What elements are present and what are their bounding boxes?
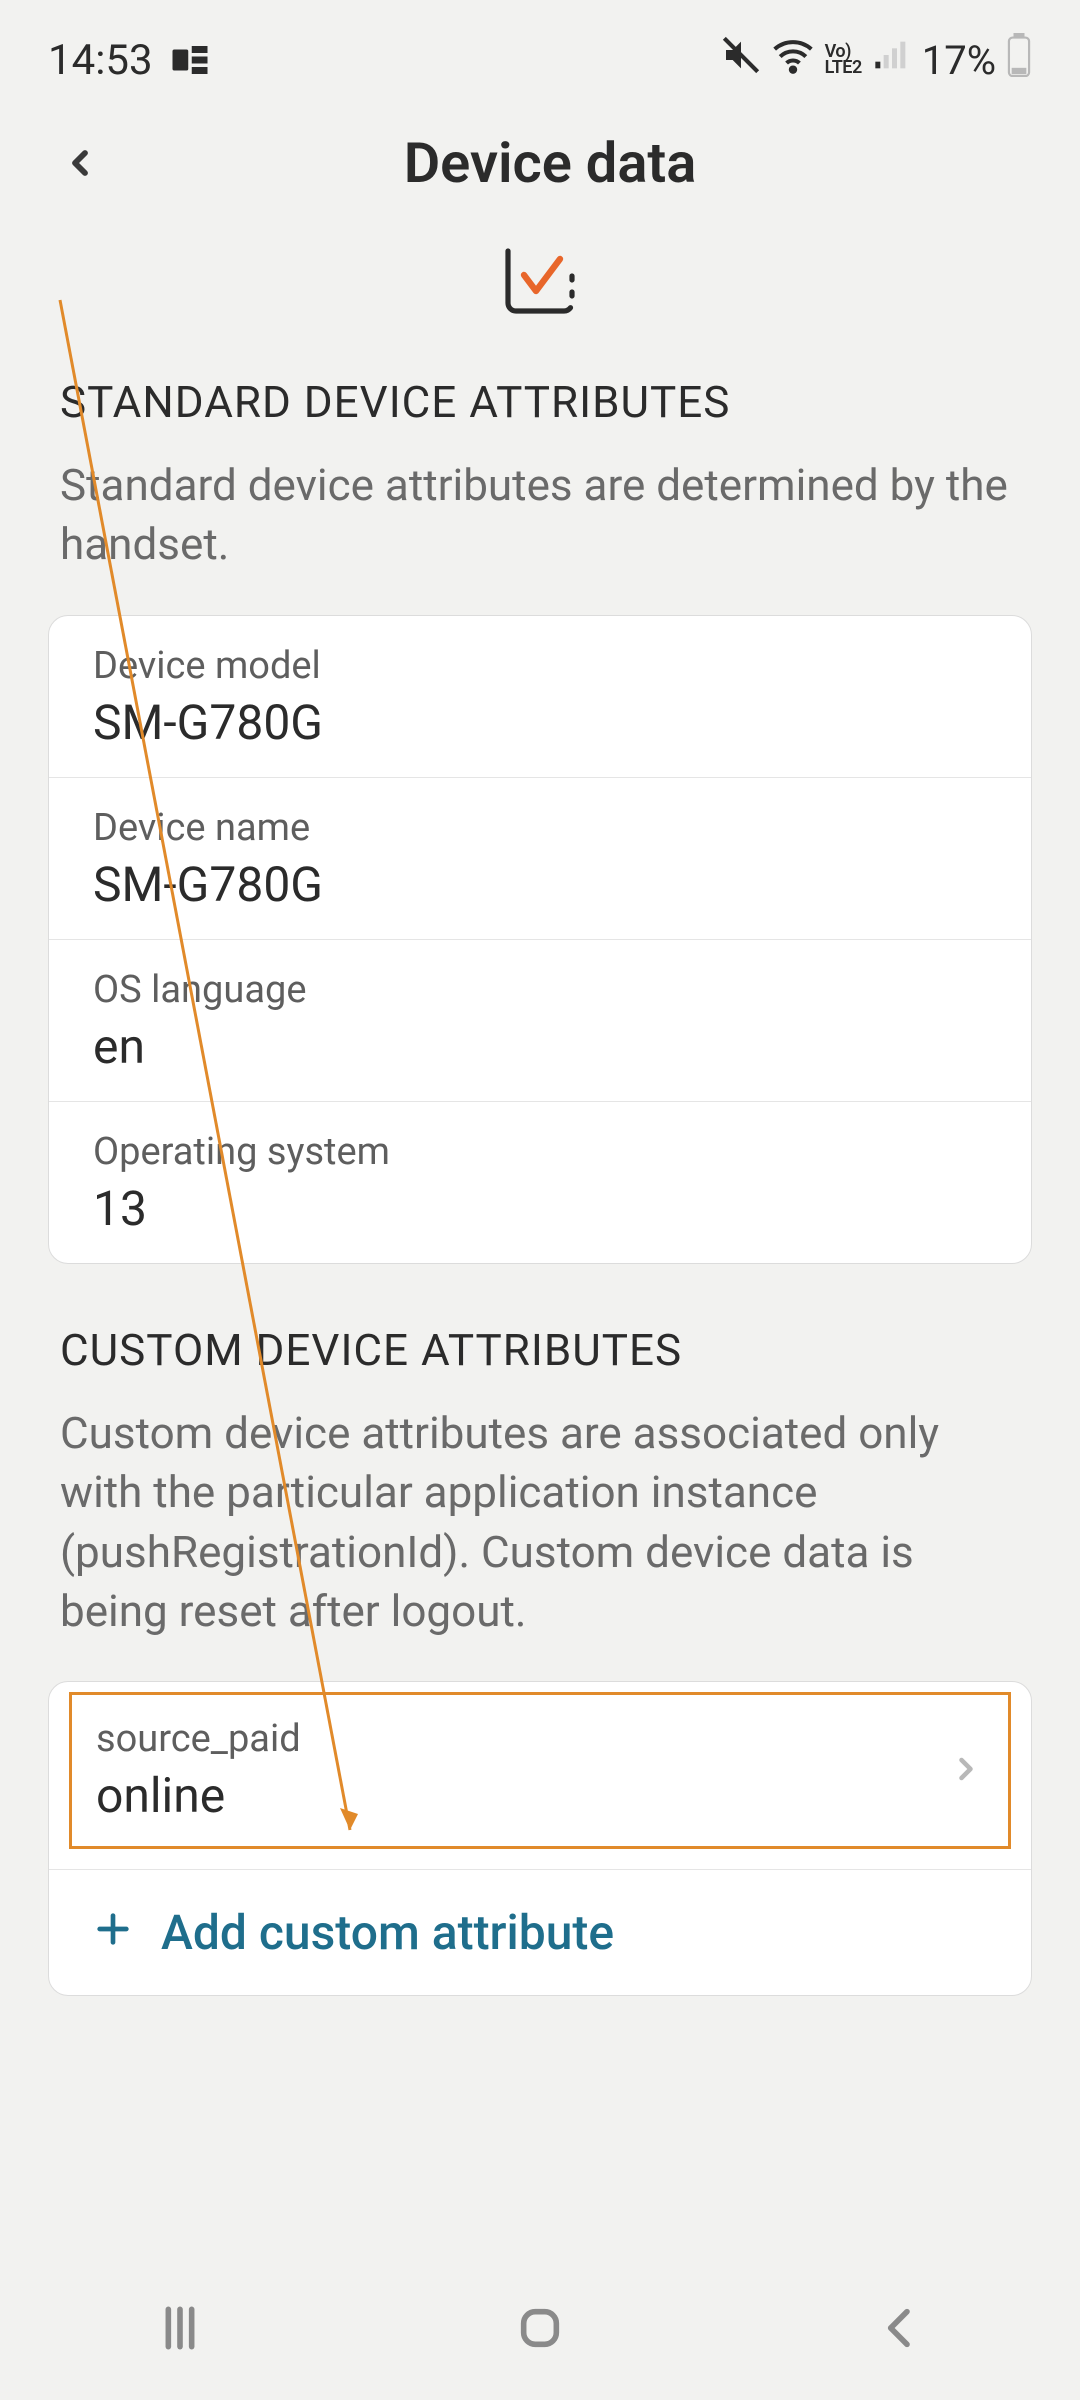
page-title: Device data	[60, 130, 1040, 196]
custom-section: CUSTOM DEVICE ATTRIBUTES Custom device a…	[0, 1324, 1080, 1642]
custom-attr-row[interactable]: source_paid online	[69, 1692, 1011, 1849]
wifi-icon	[771, 33, 815, 88]
status-bar: 14:53 Vo)LTE2 17%	[0, 0, 1080, 100]
back-nav-button[interactable]	[872, 2300, 928, 2360]
standard-section-desc: Standard device attributes are determine…	[60, 456, 1020, 575]
status-time: 14:53	[48, 36, 153, 85]
standard-section: STANDARD DEVICE ATTRIBUTES Standard devi…	[0, 376, 1080, 575]
attr-value: SM-G780G	[93, 856, 987, 913]
attr-value: SM-G780G	[93, 694, 987, 751]
status-left: 14:53	[48, 36, 211, 85]
attr-row-operating-system: Operating system 13	[49, 1102, 1031, 1263]
add-custom-attribute-label: Add custom attribute	[161, 1904, 614, 1961]
plus-icon	[93, 1904, 133, 1961]
custom-attr-value: online	[96, 1767, 301, 1824]
attr-label: Device model	[93, 644, 987, 688]
status-right: Vo)LTE2 17%	[721, 33, 1032, 88]
add-custom-attribute-button[interactable]: Add custom attribute	[49, 1869, 1031, 1995]
recents-button[interactable]	[152, 2300, 208, 2360]
attr-row-os-language: OS language en	[49, 940, 1031, 1102]
attr-value: 13	[93, 1180, 987, 1237]
standard-attributes-card: Device model SM-G780G Device name SM-G78…	[48, 615, 1032, 1264]
attr-row-device-model: Device model SM-G780G	[49, 616, 1031, 778]
attr-row-device-name: Device name SM-G780G	[49, 778, 1031, 940]
attr-label: OS language	[93, 968, 987, 1012]
battery-icon	[1006, 33, 1032, 88]
header: Device data	[0, 100, 1080, 226]
attr-value: en	[93, 1018, 987, 1075]
home-button[interactable]	[512, 2300, 568, 2360]
system-navigation-bar	[0, 2260, 1080, 2400]
standard-section-title: STANDARD DEVICE ATTRIBUTES	[60, 376, 1020, 428]
custom-attributes-card: source_paid online Add custom attribute	[48, 1681, 1032, 1996]
custom-section-desc: Custom device attributes are associated …	[60, 1404, 1020, 1642]
volte-indicator: Vo)LTE2	[825, 44, 862, 76]
confirmed-icon	[0, 246, 1080, 316]
signal-icon	[872, 35, 912, 86]
attr-label: Operating system	[93, 1130, 987, 1174]
chevron-right-icon	[948, 1751, 984, 1791]
custom-attr-key: source_paid	[96, 1717, 301, 1761]
attr-label: Device name	[93, 806, 987, 850]
mute-icon	[721, 35, 761, 86]
battery-text: 17%	[922, 37, 996, 84]
contacts-notification-icon	[169, 39, 211, 81]
custom-section-title: CUSTOM DEVICE ATTRIBUTES	[60, 1324, 1020, 1376]
